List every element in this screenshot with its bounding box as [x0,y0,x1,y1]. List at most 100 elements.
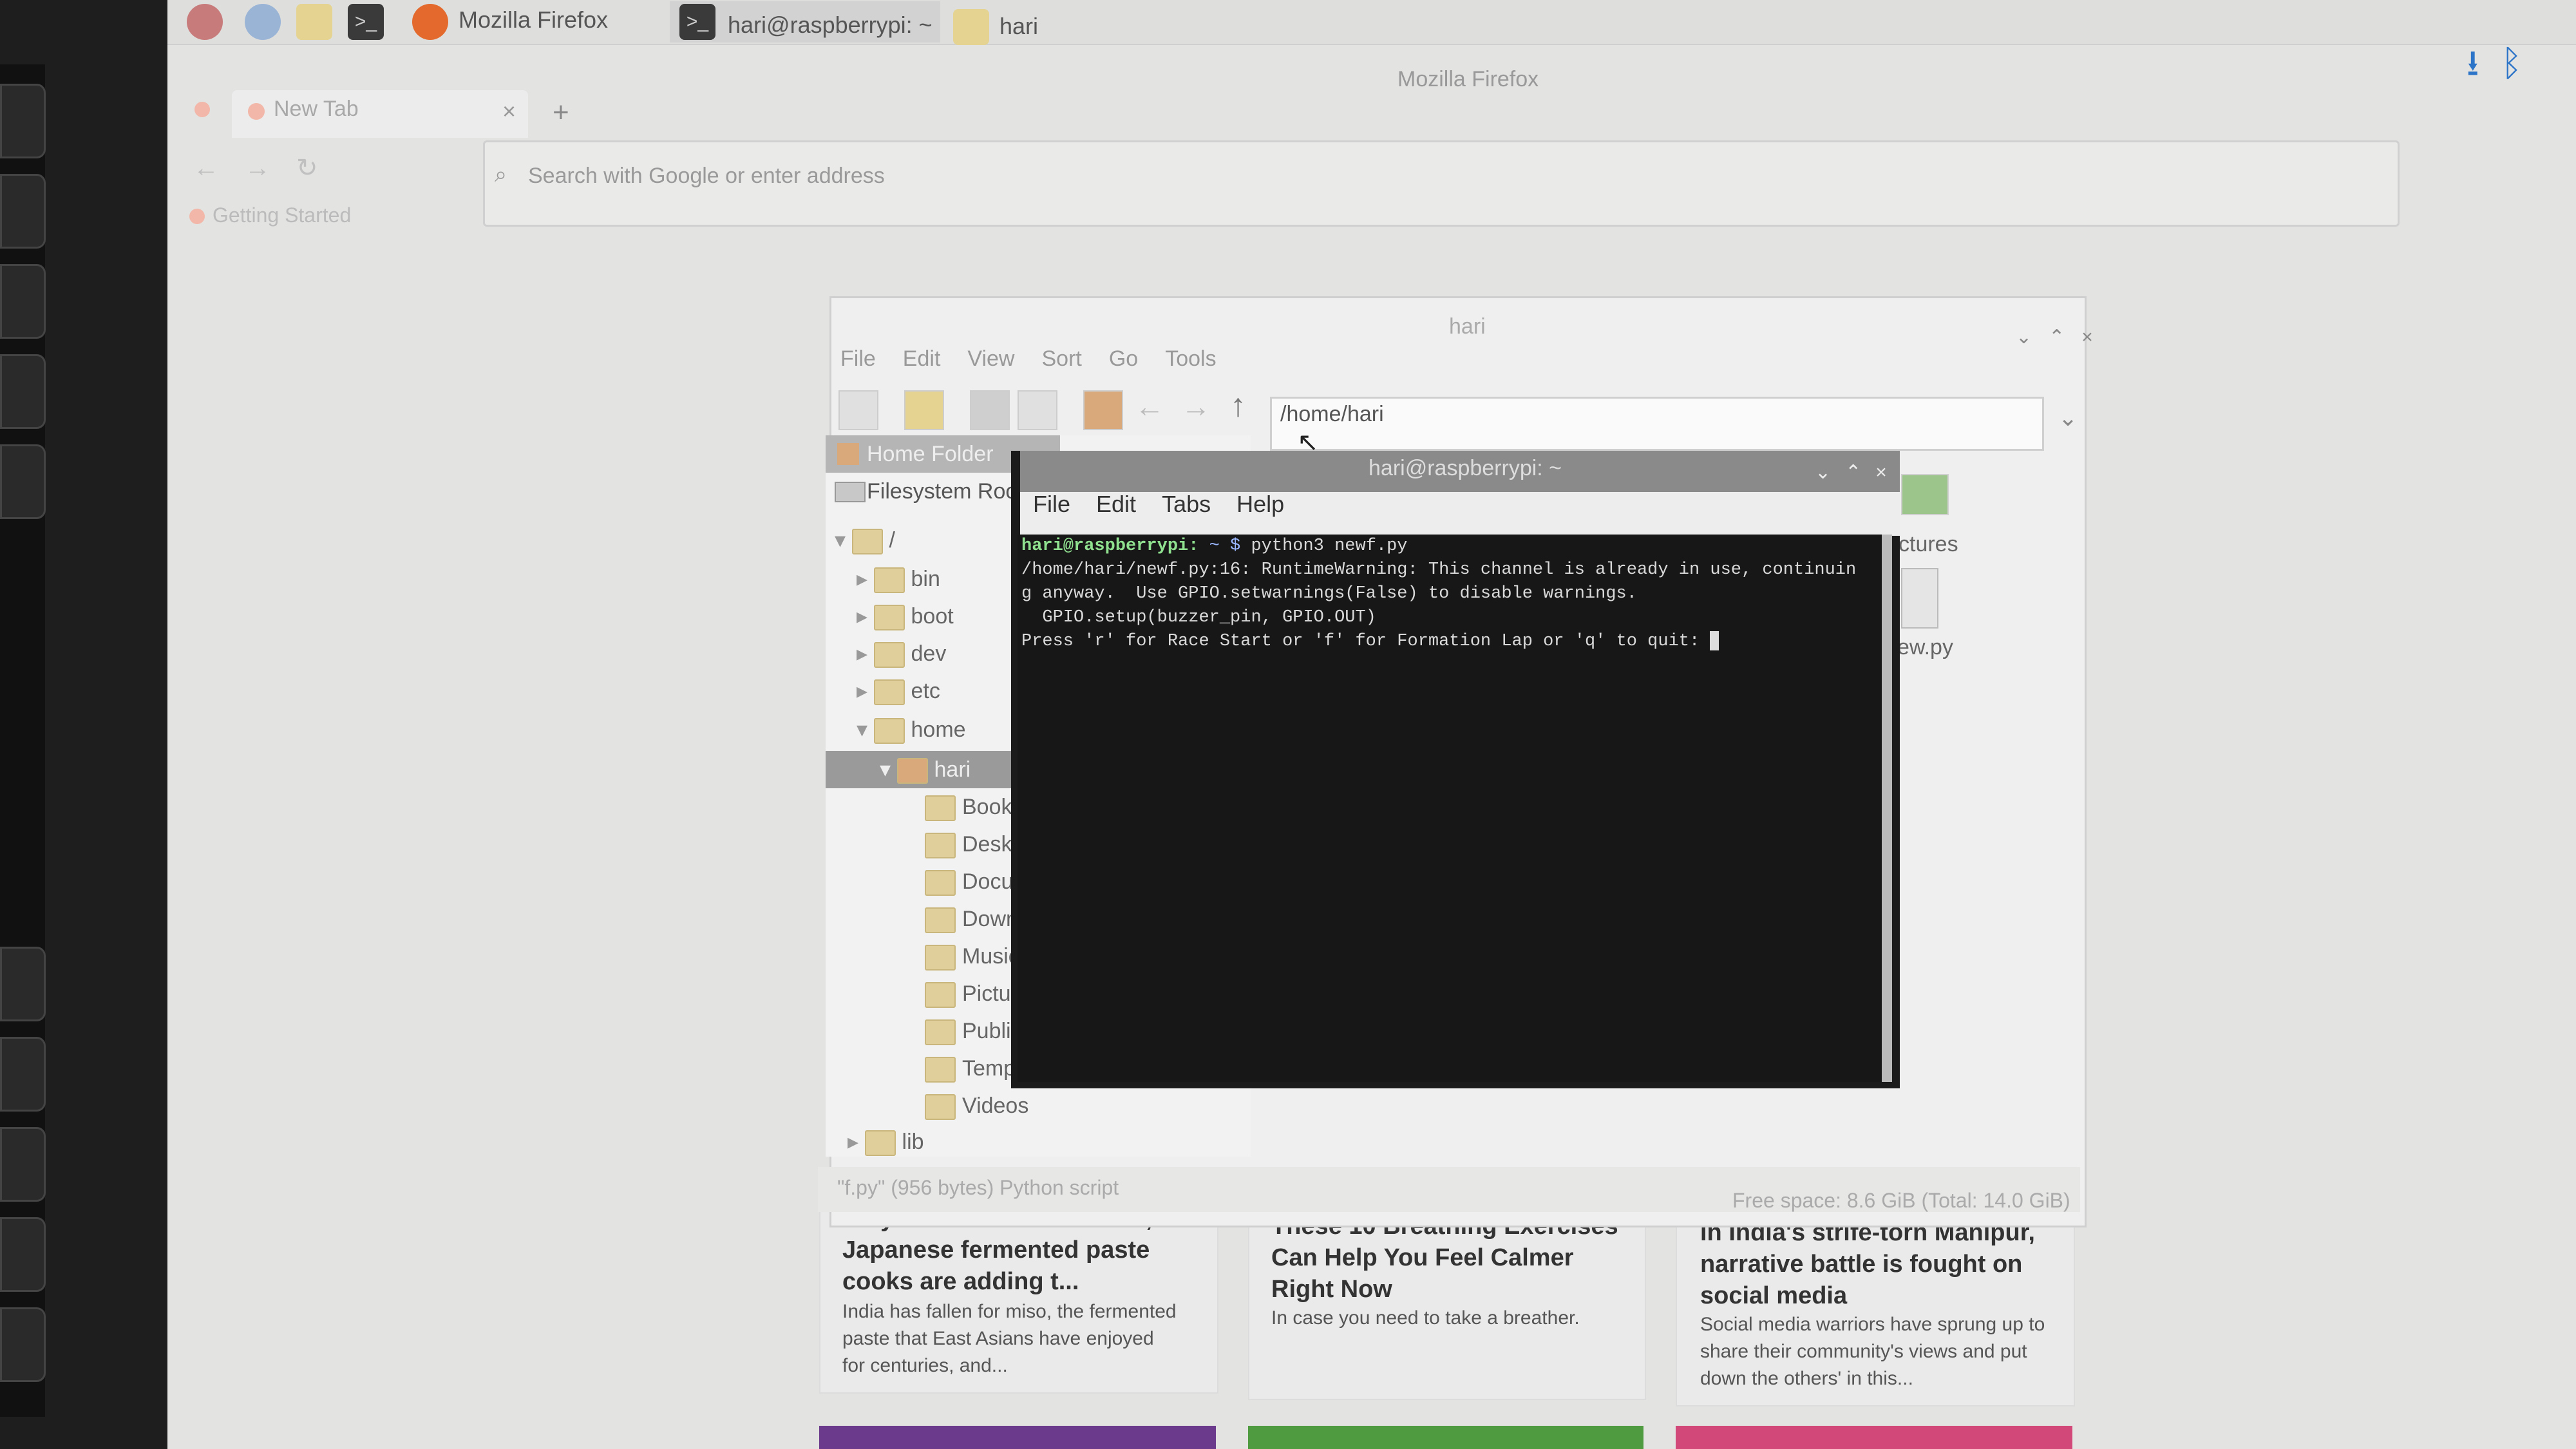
terminal-prompt-line: hari@raspberrypi: ~ $ python3 newf.py [1021,535,1884,558]
back-icon[interactable]: ← [1135,389,1164,424]
terminal-launcher-icon[interactable]: >_ [348,4,384,40]
menu-go[interactable]: Go [1109,346,1138,371]
bezel-tab [0,1307,46,1382]
tree-item-public[interactable]: Public [925,1012,1022,1050]
folder-task-icon [953,9,989,45]
bookmark-getting-started[interactable]: Getting Started [213,204,351,227]
tree-item-videos[interactable]: Videos [925,1087,1028,1124]
terminal-menu-edit[interactable]: Edit [1096,491,1136,517]
python-file-icon[interactable] [1901,568,1938,629]
sidebar-toggle-icon[interactable] [838,390,878,430]
bezel-tab [0,1037,46,1112]
tree-item-pictures[interactable]: Pictur [925,975,1018,1012]
home-folder-icon [837,443,859,465]
terminal-cursor [1710,630,1719,650]
new-tab-icon[interactable]: + [553,97,569,129]
news-image[interactable] [819,1426,1216,1449]
tree-item-lib[interactable]: ▸ lib [848,1123,924,1160]
bezel-tab [0,174,46,249]
chevron-down-icon[interactable]: ⌄ [2058,404,2078,431]
terminal-line: g anyway. Use GPIO.setwarnings(False) to… [1021,584,1637,603]
news-image[interactable] [1676,1426,2072,1449]
path-input[interactable] [1270,397,2044,451]
firefox-view-icon[interactable] [194,102,210,117]
icon-view-icon[interactable] [970,390,1010,430]
firefox-icon[interactable] [412,4,448,40]
tab-favicon-icon [248,103,265,120]
pictures-folder-icon[interactable] [1901,474,1949,515]
mouse-cursor-icon: ↖ [1297,428,1319,457]
minimize-icon[interactable]: ⌄ [1815,462,1845,483]
tree-item-home[interactable]: ▾ home [857,711,966,748]
terminal-menu-help[interactable]: Help [1236,491,1284,517]
forward-icon[interactable]: → [1181,389,1211,424]
bezel-tab [0,354,46,429]
raspberry-menu-icon[interactable] [187,4,223,40]
bookmark-icon [189,209,205,224]
news-text: In case you need to take a breather. [1271,1307,1580,1329]
terminal-menu-tabs[interactable]: Tabs [1162,491,1211,517]
tree-item-documents[interactable]: Docur [925,863,1021,900]
tree-item-boot[interactable]: ▸ boot [857,598,954,635]
list-view-icon[interactable] [1018,390,1057,430]
tree-item-hari[interactable]: ▾ hari [880,751,971,788]
task-filemanager-label[interactable]: hari [999,13,1038,40]
tree-item-bin[interactable]: ▸ bin [857,560,940,598]
terminal-command: python3 newf.py [1251,536,1408,556]
tree-item-books[interactable]: Books [925,788,1023,826]
file-manager-title: hari [1449,314,1486,339]
tree-item-desktop[interactable]: Deskt [925,826,1018,863]
status-free-space: Free space: 8.6 GiB (Total: 14.0 GiB) [1732,1189,2070,1212]
drive-icon [835,482,866,502]
close-tab-icon[interactable]: × [502,98,516,125]
back-icon[interactable]: ← [193,154,245,182]
maximize-icon[interactable]: ⌃ [2049,327,2081,348]
tree-item-etc[interactable]: ▸ etc [857,672,940,710]
home-icon[interactable] [1083,390,1123,430]
close-icon[interactable]: × [2081,327,2110,348]
menu-sort[interactable]: Sort [1041,346,1081,371]
window-controls: ⌄⌃× [2016,326,2110,348]
system-tray: ⭳ ᛒ [2467,37,2523,99]
nav-buttons: ←→↻ [193,153,344,183]
bezel-tab [0,84,46,158]
task-firefox-label[interactable]: Mozilla Firefox [459,6,608,33]
file-label-newf[interactable]: ew.py [1897,635,1953,660]
menu-file[interactable]: File [840,346,876,371]
news-title[interactable]: In India's strife-torn Manipur, narrativ… [1700,1217,2061,1311]
up-icon[interactable]: ↑ [1230,386,1246,424]
tree-item-downloads[interactable]: Down [925,900,1018,938]
forward-icon[interactable]: → [245,154,296,182]
path-value[interactable]: /home/hari [1280,402,1384,427]
news-text: India has fallen for miso, the fermented… [842,1301,1177,1376]
tree-item-dev[interactable]: ▸ dev [857,635,946,672]
download-icon[interactable]: ⭳ [2467,43,2479,83]
menu-edit[interactable]: Edit [903,346,941,371]
tree-item-root[interactable]: ▾ / [835,522,895,559]
bezel-tab [0,1127,46,1202]
news-text: Social media warriors have sprung up to … [1700,1314,2045,1389]
menu-tools[interactable]: Tools [1165,346,1216,371]
news-image[interactable] [1248,1426,1643,1449]
minimize-icon[interactable]: ⌄ [2016,327,2049,348]
status-selected-file: "f.py" (956 bytes) Python script [837,1176,1119,1199]
terminal-output[interactable]: hari@raspberrypi: ~ $ python3 newf.py /h… [1018,535,1888,1082]
browser-launcher-icon[interactable] [245,4,281,40]
menu-view[interactable]: View [967,346,1014,371]
tab-label: New Tab [274,97,359,121]
terminal-line: GPIO.setup(buzzer_pin, GPIO.OUT) [1021,608,1376,627]
file-label-pictures[interactable]: ctures [1899,532,1958,557]
terminal-menu-file[interactable]: File [1033,491,1070,517]
task-terminal-label[interactable]: hari@raspberrypi: ~ [728,12,933,39]
firefox-window-title: Mozilla Firefox [1397,67,1539,91]
terminal-scrollbar[interactable] [1882,535,1892,1082]
file-manager-launcher-icon[interactable] [296,4,332,40]
new-folder-icon[interactable] [904,390,944,430]
prompt-user: hari@raspberrypi: [1021,536,1199,556]
tree-item-music[interactable]: Music [925,938,1019,975]
bluetooth-icon[interactable]: ᛒ [2501,43,2523,83]
reload-icon[interactable]: ↻ [296,154,344,182]
close-icon[interactable]: × [1875,462,1901,483]
url-placeholder[interactable]: Search with Google or enter address [528,164,885,189]
maximize-icon[interactable]: ⌃ [1845,462,1875,483]
